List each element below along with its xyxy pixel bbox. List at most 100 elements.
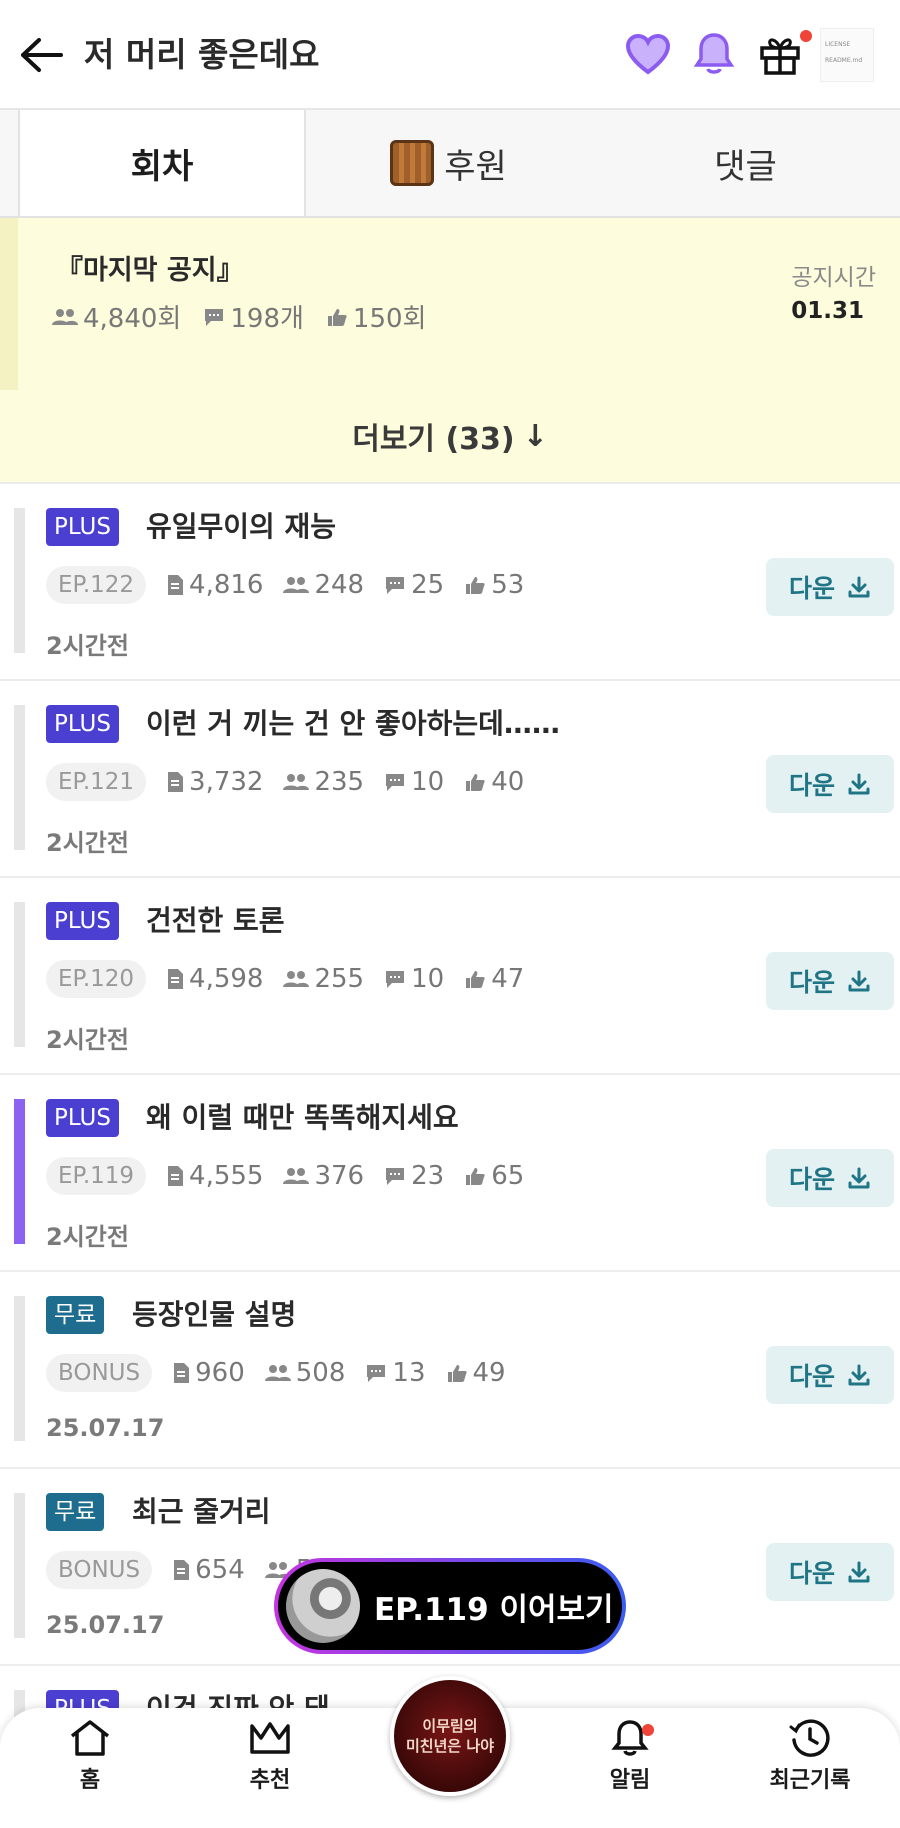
episode-meta: EP.120 4,598 255 10 47 — [46, 960, 524, 998]
download-button[interactable]: 다운 — [766, 558, 894, 616]
notice-time-label: 공지시간 — [791, 265, 876, 291]
arrow-down-icon: ↓ — [522, 418, 548, 454]
nav-recent[interactable]: 최근기록 — [750, 1718, 870, 1794]
read-indicator — [14, 902, 25, 1047]
tab-label: 댓글 — [714, 146, 777, 187]
episode-pages: 3,732 — [166, 767, 263, 797]
views-value: 255 — [314, 964, 365, 994]
tab-episodes[interactable]: 회차 — [18, 110, 306, 216]
read-indicator — [14, 508, 25, 653]
likes-value: 65 — [491, 1161, 525, 1191]
comment-icon — [386, 774, 405, 791]
episode-likes: 40 — [464, 767, 524, 797]
episode-number: EP.119 — [46, 1157, 147, 1195]
nav-home[interactable]: 홈 — [30, 1718, 150, 1794]
episode-date: 25.07.17 — [46, 1611, 165, 1639]
download-icon — [848, 576, 870, 598]
episode-pages: 4,555 — [166, 1161, 263, 1191]
heart-icon[interactable] — [620, 26, 676, 82]
episode-row[interactable]: PLUS 건전한 토론 EP.120 4,598 255 10 47 2시간전 다운 — [0, 878, 900, 1075]
thumbs-up-icon — [466, 774, 485, 791]
thumbs-up-icon — [466, 971, 485, 988]
episode-meta: EP.122 4,816 248 25 53 — [46, 566, 524, 604]
download-label: 다운 — [788, 1165, 835, 1194]
thumb-line: README.md — [825, 57, 863, 64]
episode-row[interactable]: 무료 등장인물 설명 BONUS 960 508 13 49 25.07.17 다운 — [0, 1272, 900, 1469]
download-button[interactable]: 다운 — [766, 952, 894, 1010]
nav-alarm-label: 알림 — [609, 1768, 651, 1793]
thumbs-up-icon — [327, 308, 347, 326]
continue-reading-button[interactable]: EP.119 이어보기 — [274, 1558, 626, 1654]
episode-pages: 4,598 — [166, 964, 263, 994]
likes-value: 49 — [472, 1358, 506, 1388]
pages-value: 3,732 — [189, 767, 264, 797]
back-arrow-icon[interactable] — [16, 30, 66, 80]
episode-date: 2시간전 — [46, 1026, 129, 1054]
download-button[interactable]: 다운 — [766, 1346, 894, 1404]
episode-comments: 23 — [384, 1161, 444, 1191]
file-thumbnail[interactable]: LICENSE README.md — [820, 28, 874, 82]
episode-date: 2시간전 — [46, 829, 129, 857]
download-icon — [848, 1364, 870, 1386]
nav-alarm[interactable]: 알림 — [570, 1718, 690, 1794]
episode-title: 왜 이럴 때만 똑똑해지세요 — [146, 1101, 459, 1134]
download-button[interactable]: 다운 — [766, 1149, 894, 1207]
comments-value: 13 — [392, 1358, 426, 1388]
document-icon — [168, 575, 184, 595]
episode-likes: 65 — [464, 1161, 524, 1191]
episode-title: 최근 줄거리 — [132, 1495, 271, 1528]
views-value: 508 — [295, 1358, 346, 1388]
featured-work-button[interactable]: 이무림의 미친년은 나야 — [390, 1676, 510, 1796]
document-icon — [168, 772, 184, 792]
notice-likes-value: 150회 — [352, 304, 427, 334]
notification-dot — [800, 30, 812, 42]
notice-stats: 4,840회 198개 150회 — [52, 298, 426, 335]
episode-likes: 49 — [446, 1358, 506, 1388]
barrel-icon — [390, 140, 435, 186]
download-button[interactable]: 다운 — [766, 755, 894, 813]
notice-views-value: 4,840회 — [83, 304, 182, 334]
notice-item[interactable]: 『마지막 공지』 4,840회 198개 150회 공지시간 01.31 — [0, 218, 900, 390]
people-icon — [283, 774, 310, 790]
thumb-line: LICENSE — [825, 41, 851, 48]
download-label: 다운 — [788, 1362, 835, 1391]
episode-row[interactable]: PLUS 유일무이의 재능 EP.122 4,816 248 25 53 2시간전 다운 — [0, 484, 900, 681]
tab-sponsor[interactable]: 후원 — [306, 110, 591, 216]
episode-title: 이런 거 끼는 건 안 좋아하는데…… — [146, 707, 560, 740]
document-icon — [174, 1560, 190, 1580]
episode-row[interactable]: PLUS 이런 거 끼는 건 안 좋아하는데…… EP.121 3,732 235 10 4… — [0, 681, 900, 878]
page-title: 저 머리 좋은데요 — [84, 35, 320, 74]
thumbs-up-icon — [466, 1168, 485, 1185]
comments-value: 10 — [411, 767, 445, 797]
episode-date: 2시간전 — [46, 1223, 129, 1251]
more-button[interactable]: 더보기 (33) ↓ — [0, 390, 900, 484]
bell-icon[interactable] — [686, 26, 742, 82]
download-icon — [848, 970, 870, 992]
pages-value: 654 — [195, 1555, 245, 1585]
people-icon — [283, 971, 310, 987]
document-icon — [174, 1363, 190, 1383]
pages-value: 4,598 — [189, 964, 264, 994]
episode-comments: 10 — [384, 767, 444, 797]
read-indicator — [14, 705, 25, 850]
episode-number: BONUS — [46, 1551, 153, 1589]
episode-views: 235 — [283, 767, 364, 797]
episode-badge: 무료 — [46, 1296, 105, 1334]
notice-likes: 150회 — [326, 298, 427, 335]
featured-title-line: 미친년은 나야 — [405, 1737, 495, 1755]
download-label: 다운 — [788, 1559, 835, 1588]
views-value: 248 — [314, 570, 365, 600]
download-button[interactable]: 다운 — [766, 1543, 894, 1601]
episode-title: 건전한 토론 — [146, 904, 285, 937]
tab-label: 후원 — [444, 146, 507, 187]
crown-icon — [250, 1722, 290, 1754]
episode-pages: 960 — [172, 1358, 245, 1388]
download-label: 다운 — [788, 771, 835, 800]
nav-recommend[interactable]: 추천 — [210, 1718, 330, 1794]
tab-comments[interactable]: 댓글 — [591, 110, 900, 216]
pages-value: 960 — [195, 1358, 245, 1388]
comment-icon — [386, 1168, 405, 1185]
episode-row[interactable]: PLUS 왜 이럴 때만 똑똑해지세요 EP.119 4,555 376 23 65 2시간전… — [0, 1075, 900, 1272]
download-icon — [848, 1561, 870, 1583]
tab-label: 회차 — [130, 146, 194, 187]
